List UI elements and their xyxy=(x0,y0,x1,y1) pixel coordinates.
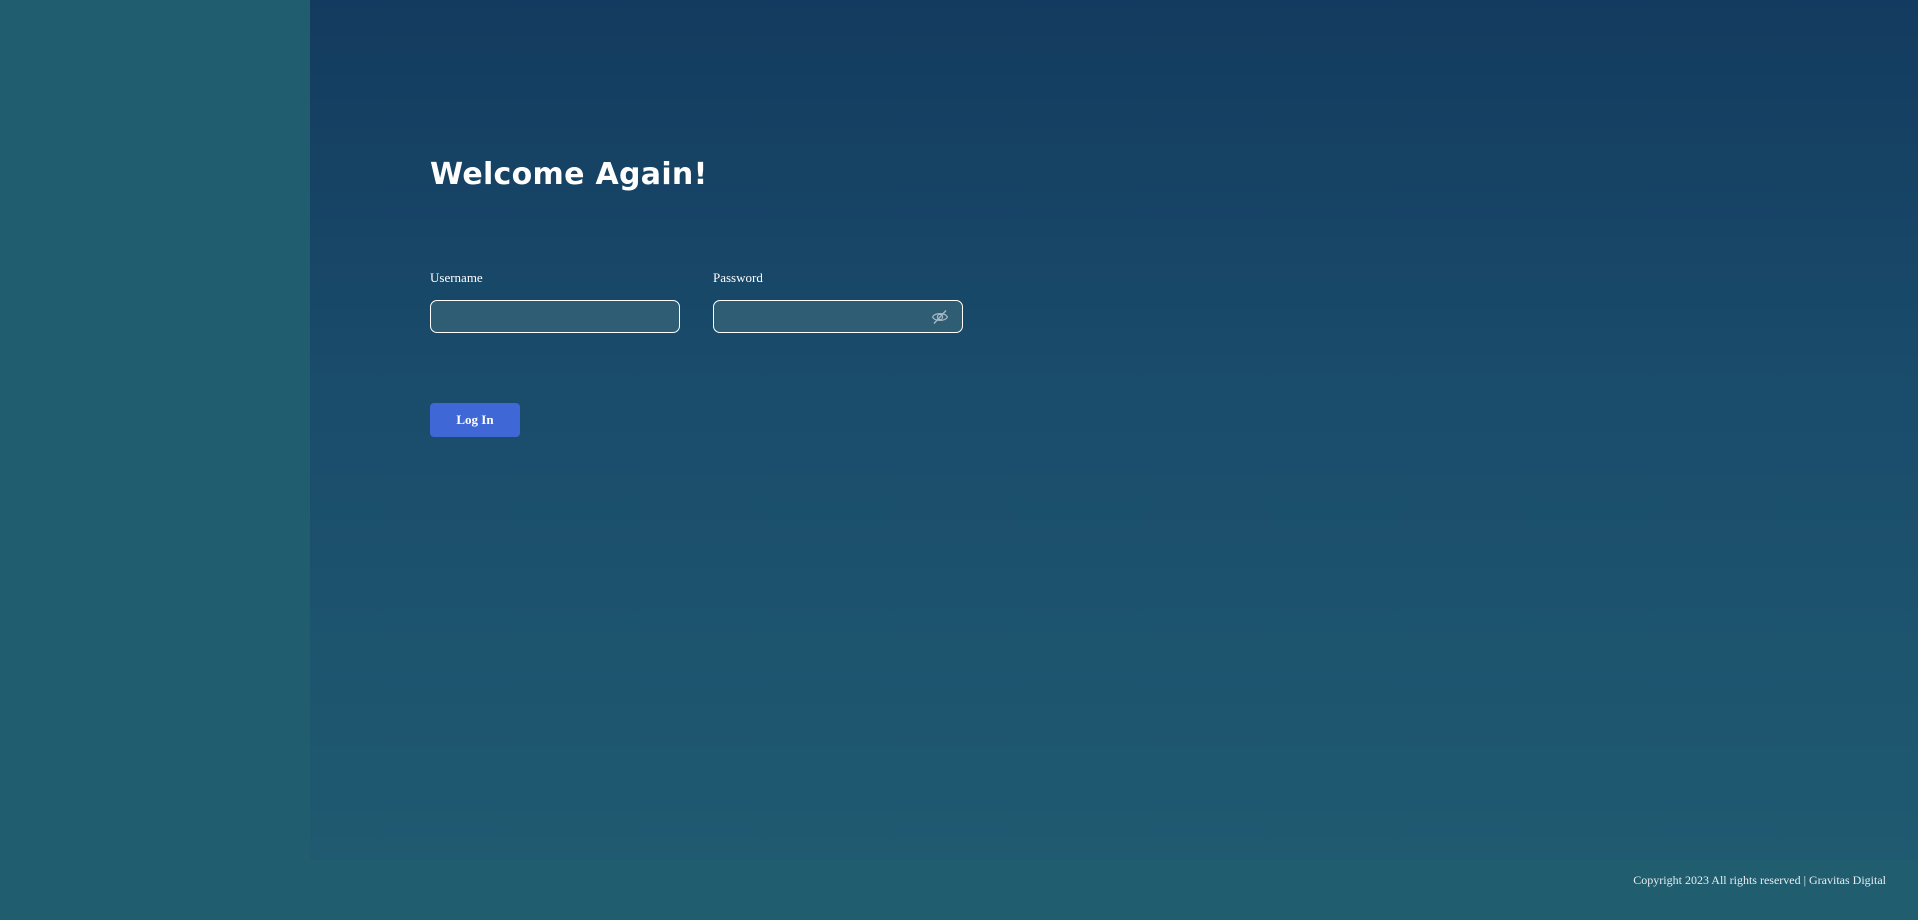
page-title: Welcome Again! xyxy=(430,157,708,192)
username-input[interactable] xyxy=(430,300,680,333)
password-input[interactable] xyxy=(713,300,963,333)
password-label: Password xyxy=(713,270,763,285)
login-button[interactable]: Log In xyxy=(430,403,520,437)
main-panel xyxy=(310,0,1918,860)
left-panel xyxy=(0,0,310,920)
copyright-text: Copyright 2023 All rights reserved | Gra… xyxy=(1633,873,1886,887)
username-label: Username xyxy=(430,270,483,285)
eye-slash-icon[interactable] xyxy=(931,308,949,326)
